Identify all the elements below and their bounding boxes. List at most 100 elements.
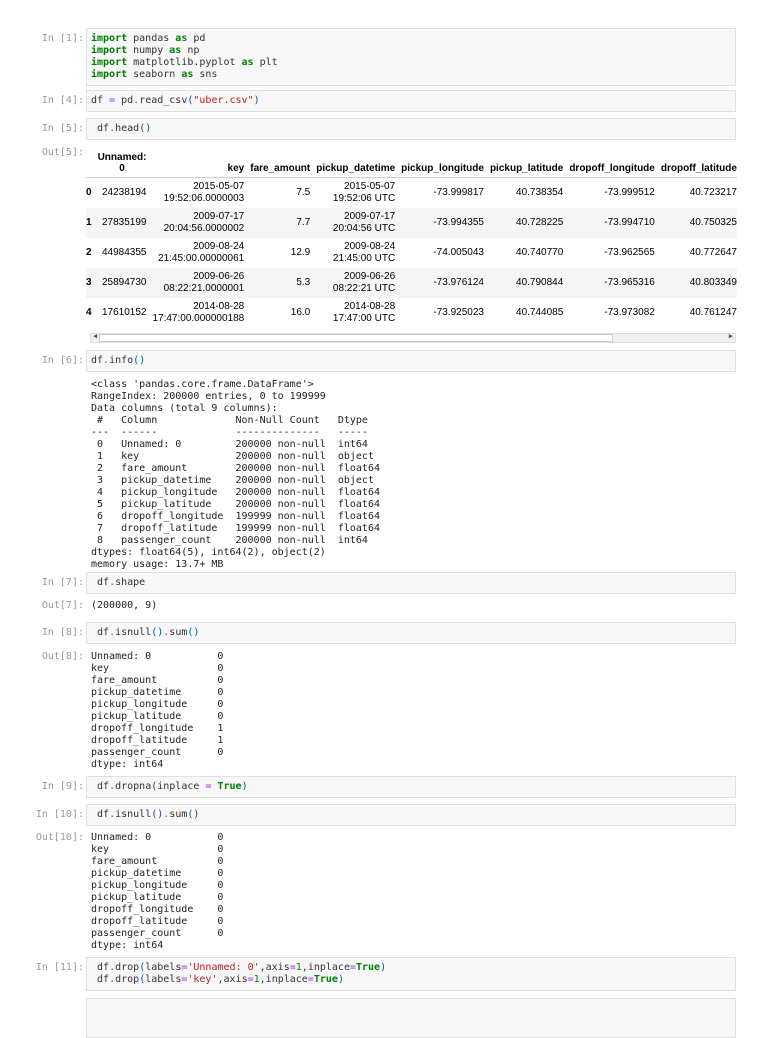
code-editor[interactable]: import pandas as pd import numpy as np imp… [91,33,731,81]
code-token: ,axis [217,974,248,985]
code-cell[interactable]: df.isnull().sum() [86,622,736,644]
code-token: head [115,123,140,134]
table-cell: 40.723217 [689,187,737,198]
code-token: import [91,45,128,56]
code-token: () [187,627,200,638]
input-prompt: In [10]: [35,809,84,820]
code-cell[interactable]: df.shape [86,572,736,594]
code-line: import matplotlib.pyplot as plt [91,57,731,69]
column-header: Unnamed: 0 [97,144,153,178]
code-token: () [139,123,152,134]
code-cell[interactable]: df.isnull().sum() [86,804,736,826]
code-token: matplotlib.pyplot [127,57,242,68]
table-cell: 4 [86,307,92,318]
table-cell: 40.744085 [516,307,564,318]
code-token: True [356,962,381,973]
code-editor[interactable]: df.isnull().sum() [91,809,731,821]
input-prompt: In [4]: [41,95,84,106]
table-cell: 2009-06-26 08:22:21.0000001 [163,271,245,294]
code-line: df.head() [91,123,731,135]
table-row: 1 27835199 2009-07-17 20:04:56.0000002 7.7 2… [86,208,737,238]
table-cell: -73.965316 [604,277,655,288]
code-token: sum [169,809,188,820]
code-editor[interactable]: df.isnull().sum() [91,627,731,639]
input-prompt: In [6]: [41,355,84,366]
code-token: () [151,809,164,820]
code-editor[interactable]: df.shape [91,577,731,589]
code-token: df [91,123,110,134]
table-cell: -73.994710 [604,217,655,228]
code-editor[interactable]: df.drop(labels='Unnamed: 0',axis=1,inpla… [91,962,731,986]
code-editor[interactable]: df.info() [91,355,731,367]
code-token: isnull [115,809,152,820]
table-cell: -73.999512 [604,187,655,198]
horizontal-scrollbar[interactable]: ◀ ▶ [90,332,736,343]
table-cell: -73.999817 [433,187,484,198]
code-cell[interactable]: df = pd.read_csv("uber.csv") [86,90,736,112]
table-cell: 40.740770 [516,247,564,258]
code-token: pandas [127,33,176,44]
table-cell: 17610152 [101,307,147,318]
code-editor[interactable]: df.head() [91,123,731,135]
code-line: df.drop(labels='Unnamed: 0',axis=1,inpla… [91,962,731,974]
table-cell: 40.728225 [516,217,564,228]
column-header: dropoff_latitude [660,144,737,178]
code-token: labels [145,962,182,973]
code-token: df [91,781,110,792]
table-cell: 2009-06-26 08:22:21 UTC [332,271,396,294]
code-token: ,inplace [259,974,308,985]
code-token: ,axis [259,962,290,973]
table-cell: 40.803349 [689,277,737,288]
code-token: shape [115,577,146,588]
code-cell[interactable]: import pandas as pd import numpy as np imp… [86,28,736,86]
table-cell: 27835199 [101,217,147,228]
table-cell: 2009-08-24 21:45:00.00000061 [158,241,245,264]
code-editor[interactable]: df.dropna(inplace = True) [91,781,731,793]
dataframe-table-container: Unnamed: 0 key fare_amount pickup_datetime p… [86,144,737,330]
code-token: inplace [157,781,206,792]
code-line: df = pd.read_csv("uber.csv") [91,95,731,107]
code-token: df [91,809,110,820]
scroll-left-icon[interactable]: ◀ [93,332,97,340]
table-row: 2 44984355 2009-08-24 21:45:00.00000061 12.… [86,238,737,268]
out-prompt: Out[10]: [35,832,84,843]
table-cell: 0 [86,187,92,198]
code-token: () [187,809,200,820]
dataframe-table: Unnamed: 0 key fare_amount pickup_datetime p… [86,144,737,328]
table-header-row: Unnamed: 0 key fare_amount pickup_datetime p… [86,144,737,178]
isnull-output: Unnamed: 0 0 key 0 fare_amount 0 pickup_… [91,651,224,770]
table-cell: 44984355 [101,247,147,258]
table-cell: -73.973082 [604,307,655,318]
code-editor[interactable]: df = pd.read_csv("uber.csv") [91,95,731,107]
code-line: import seaborn as sns [91,69,731,81]
table-cell: 25894730 [101,277,147,288]
code-token: as [169,45,182,56]
scroll-right-icon[interactable]: ▶ [729,332,733,340]
out-prompt: Out[8]: [41,651,84,662]
code-cell[interactable]: df.info() [86,350,736,372]
input-prompt: In [7]: [41,577,84,588]
code-token: ) [337,974,344,985]
code-line: import pandas as pd [91,33,731,45]
code-token: numpy [127,45,170,56]
shape-output: (200000, 9) [91,600,158,611]
column-header: pickup_longitude [401,144,490,178]
code-token: () [133,355,146,366]
code-token: np [181,45,200,56]
column-header: key [152,144,251,178]
code-cell[interactable] [86,998,736,1038]
table-cell: -73.925023 [433,307,484,318]
table-row: 0 24238194 2015-05-07 19:52:06.0000003 7.5 2… [86,178,737,209]
table-cell: 2015-05-07 19:52:06 UTC [332,181,396,204]
code-cell[interactable]: df.dropna(inplace = True) [86,776,736,798]
code-token: dropna [115,781,152,792]
code-cell[interactable]: df.head() [86,118,736,140]
scrollbar-thumb[interactable] [99,334,613,342]
table-cell: -74.005043 [433,247,484,258]
code-cell[interactable]: df.drop(labels='Unnamed: 0',axis=1,inpla… [86,957,736,991]
code-token: pd [187,33,206,44]
code-token: info [109,355,134,366]
column-header: fare_amount [250,144,317,178]
isnull-output-2: Unnamed: 0 0 key 0 fare_amount 0 pickup_… [91,832,224,951]
table-cell: -73.976124 [433,277,484,288]
